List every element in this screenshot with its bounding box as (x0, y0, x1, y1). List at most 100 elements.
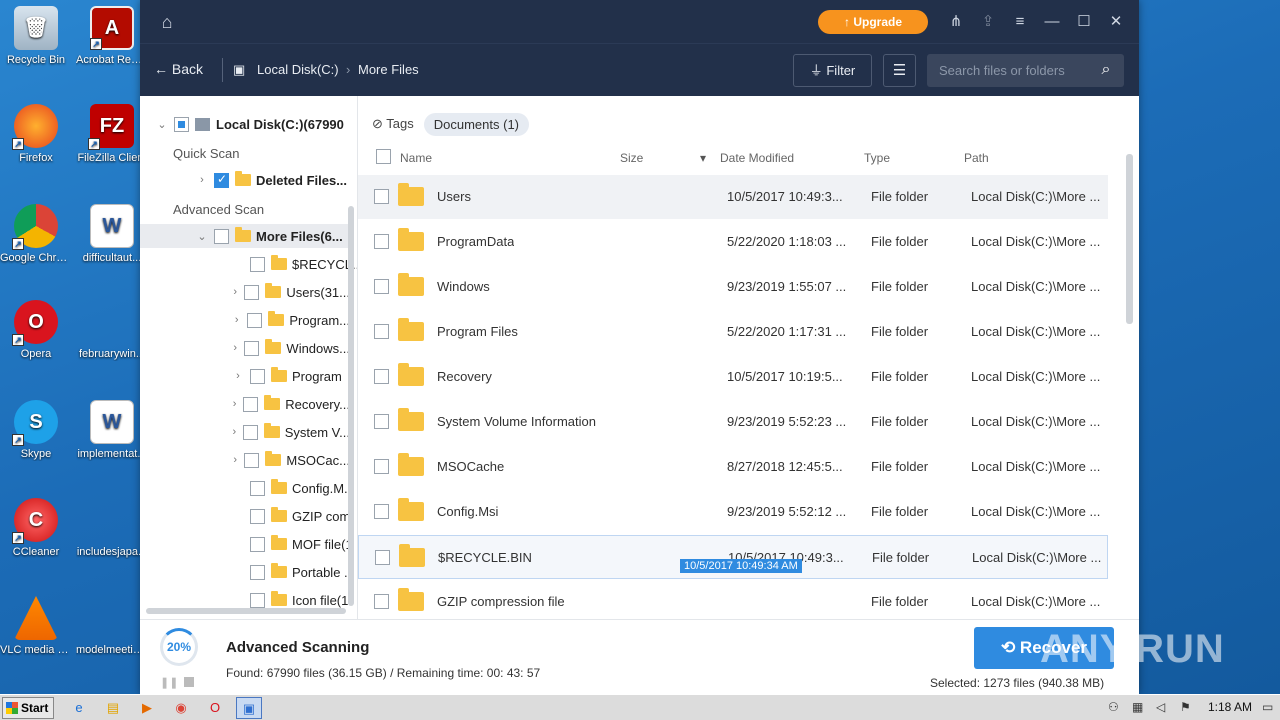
close-icon[interactable]: ✕ (1105, 11, 1127, 33)
chevron-right-icon[interactable]: › (232, 398, 237, 410)
show-desktop-icon[interactable]: ▭ (1262, 700, 1273, 714)
back-button[interactable]: ← Back (154, 61, 203, 77)
tree-root-local-disk[interactable]: ⌄ Local Disk(C:)(67990 (140, 112, 350, 136)
share-icon[interactable]: ⋔ (945, 11, 967, 33)
row-checkbox[interactable] (374, 234, 389, 249)
table-row[interactable]: Windows 9/23/2019 1:55:07 ... File folde… (358, 265, 1108, 309)
person-tray-icon[interactable]: ⚇ (1108, 700, 1119, 714)
tree-item-child[interactable]: GZIP com (140, 504, 350, 528)
pause-icon[interactable]: ❚❚ (160, 676, 178, 689)
tree-item-child[interactable]: Portable ... (140, 560, 355, 584)
desktop-icon-ccleaner[interactable]: C ↗ CCleaner (0, 498, 72, 559)
tree-checkbox[interactable] (250, 368, 265, 384)
stop-icon[interactable] (184, 677, 194, 687)
recovery-app-taskbar-icon[interactable]: ▣ (236, 697, 262, 719)
desktop-icon-acrobat[interactable]: A↗ Acrobat Reader DC (76, 6, 148, 67)
row-checkbox[interactable] (374, 414, 389, 429)
tree-item-child[interactable]: › Program (140, 364, 350, 388)
table-row[interactable]: GZIP compression file File folder Local … (358, 580, 1108, 624)
tree-item-child[interactable]: › Windows... (140, 336, 350, 360)
desktop-icon-doc-2[interactable]: februarywin... (76, 300, 148, 361)
chevron-right-icon[interactable]: › (232, 454, 238, 466)
desktop-icon-doc-1[interactable]: W difficultaut... (76, 204, 148, 265)
chevron-right-icon[interactable]: › (232, 342, 238, 354)
chevron-right-icon[interactable]: › (232, 426, 237, 438)
network-tray-icon[interactable]: ▦ (1132, 700, 1143, 714)
tree-checkbox[interactable] (244, 340, 260, 356)
tree-item-more-files[interactable]: ⌄ More Files(6... (140, 224, 350, 248)
column-type[interactable]: Type (864, 151, 890, 165)
desktop-icon-doc-4[interactable]: includesjapa... (76, 498, 148, 559)
tree-checkbox[interactable] (250, 536, 265, 552)
tree-checkbox[interactable] (250, 480, 265, 496)
tree-checkbox[interactable] (174, 116, 189, 132)
row-checkbox[interactable] (374, 504, 389, 519)
row-checkbox[interactable] (374, 324, 389, 339)
breadcrumb-local-disk[interactable]: Local Disk(C:) (257, 62, 339, 77)
tree-checkbox[interactable] (243, 396, 259, 412)
tags-label[interactable]: ⊘ Tags (372, 116, 414, 132)
tree-item-child[interactable]: › Users(31... (140, 280, 350, 304)
start-button[interactable]: Start (2, 697, 54, 719)
table-row[interactable]: MSOCache 8/27/2018 12:45:5... File folde… (358, 445, 1108, 489)
tree-checkbox[interactable] (247, 312, 263, 328)
tree-item-child[interactable]: $RECYCL... (140, 252, 357, 276)
tree-item-deleted-files[interactable]: › Deleted Files... (140, 168, 350, 192)
search-input[interactable] (927, 54, 1087, 87)
upgrade-button[interactable]: ↑ Upgrade (818, 10, 928, 34)
row-checkbox[interactable] (374, 279, 389, 294)
view-menu-button[interactable]: ☰ (883, 54, 916, 87)
tree-item-child[interactable]: Config.M... (140, 476, 355, 500)
file-explorer-icon[interactable]: ▤ (100, 697, 126, 719)
table-row[interactable]: System Volume Information 9/23/2019 5:52… (358, 400, 1108, 444)
tree-checkbox[interactable] (214, 228, 229, 244)
table-row[interactable]: Config.Msi 9/23/2019 5:52:12 ... File fo… (358, 490, 1108, 534)
tree-checkbox[interactable] (244, 452, 260, 468)
opera-taskbar-icon[interactable]: O (202, 697, 228, 719)
chevron-right-icon[interactable]: › (196, 174, 208, 186)
chevron-down-icon[interactable]: ⌄ (156, 118, 168, 131)
search-icon[interactable]: ⌕ (1096, 60, 1116, 80)
row-checkbox[interactable] (374, 594, 389, 609)
tree-checkbox[interactable] (244, 284, 260, 300)
chevron-right-icon[interactable]: › (232, 314, 241, 326)
breadcrumb-more-files[interactable]: More Files (358, 62, 419, 77)
volume-tray-icon[interactable]: ◁ (1156, 700, 1165, 714)
flag-tray-icon[interactable]: ⚑ (1180, 700, 1191, 714)
tree-checkbox[interactable] (250, 256, 265, 272)
tree-item-child[interactable]: › MSOCac... (140, 448, 350, 472)
desktop-icon-recycle-bin[interactable]: 🗑 Recycle Bin (0, 6, 72, 67)
column-name[interactable]: Name (400, 151, 432, 165)
column-path[interactable]: Path (964, 151, 989, 165)
desktop-icon-skype[interactable]: S ↗ Skype (0, 400, 72, 461)
hamburger-menu-icon[interactable]: ≡ (1009, 11, 1031, 33)
desktop-icon-doc-3[interactable]: W implementat... (76, 400, 148, 461)
tree-checkbox[interactable] (250, 564, 265, 580)
row-checkbox[interactable] (374, 189, 389, 204)
desktop-icon-firefox[interactable]: ↗ Firefox (0, 104, 72, 165)
documents-tag[interactable]: Documents (1) (423, 112, 529, 136)
clock[interactable]: 1:18 AM (1208, 700, 1252, 714)
tree-checkbox[interactable] (242, 424, 258, 440)
tree-item-child[interactable]: › Recovery... (140, 392, 350, 416)
table-row[interactable]: Users 10/5/2017 10:49:3... File folder L… (358, 175, 1108, 219)
maximize-icon[interactable]: ☐ (1073, 11, 1095, 33)
column-size[interactable]: Size (620, 151, 643, 165)
desktop-icon-opera[interactable]: O ↗ Opera (0, 300, 72, 361)
desktop-icon-chrome[interactable]: ↗ Google Chrome (0, 204, 72, 265)
media-player-icon[interactable]: ▶ (134, 697, 160, 719)
table-row[interactable]: Program Files 5/22/2020 1:17:31 ... File… (358, 310, 1108, 354)
tree-checkbox[interactable] (250, 508, 265, 524)
export-icon[interactable]: ⇪ (977, 11, 999, 33)
filter-button[interactable]: ⏚ Filter (793, 54, 872, 87)
tree-checkbox[interactable] (214, 172, 229, 188)
chrome-taskbar-icon[interactable]: ◉ (168, 697, 194, 719)
sidebar-horizontal-scrollbar[interactable] (146, 608, 346, 614)
desktop-icon-vlc[interactable]: VLC media player (0, 596, 72, 657)
list-vertical-scrollbar[interactable] (1126, 154, 1133, 324)
chevron-down-icon[interactable]: ⌄ (196, 230, 208, 243)
tree-item-child[interactable]: › Program... (140, 308, 350, 332)
minimize-icon[interactable]: — (1041, 11, 1063, 33)
row-checkbox[interactable] (374, 369, 389, 384)
chevron-right-icon[interactable]: › (232, 370, 244, 382)
